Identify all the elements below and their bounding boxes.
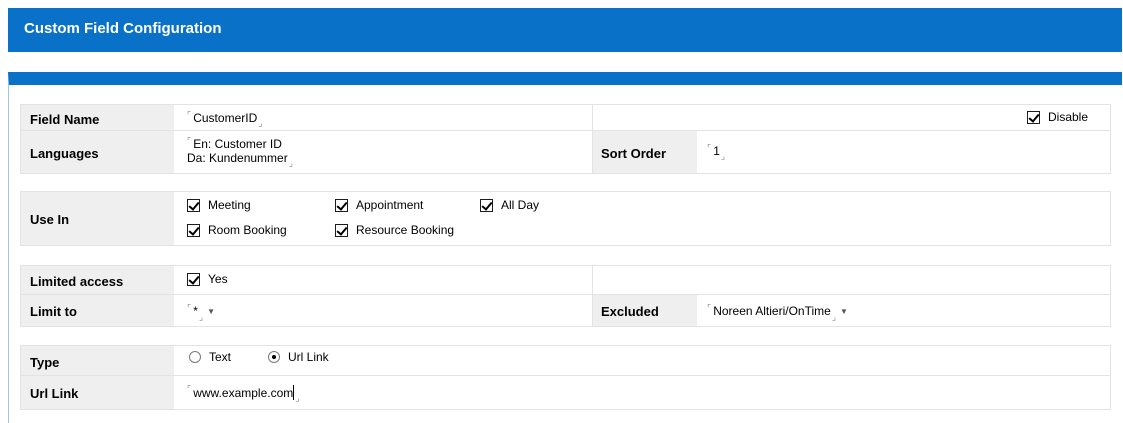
checkbox-checked-icon bbox=[335, 223, 348, 237]
corner-mark-close-icon: ⌟ bbox=[198, 311, 204, 322]
corner-mark-open-icon: ⌜ bbox=[187, 136, 192, 146]
corner-mark-close-icon: ⌟ bbox=[295, 393, 300, 403]
sort-order-label: Sort Order bbox=[601, 146, 667, 161]
access-section: Limited access Yes Limit to ⌜ *⌟▼ Exclude… bbox=[20, 265, 1111, 327]
excluded-label: Excluded bbox=[601, 304, 659, 319]
corner-mark-close-icon: ⌟ bbox=[720, 151, 726, 161]
field-name-row: Field Name ⌜ CustomerID⌟ Disable bbox=[21, 105, 1110, 131]
url-link-row: Url Link ⌜ www.example.com ⌟ bbox=[21, 376, 1110, 409]
disable-checkbox[interactable]: Disable bbox=[1027, 110, 1088, 124]
dropdown-arrow-icon[interactable]: ▼ bbox=[840, 305, 848, 319]
checkbox-checked-icon bbox=[335, 198, 348, 212]
url-link-input[interactable]: ⌜ www.example.com ⌟ bbox=[187, 384, 300, 403]
type-label: Type bbox=[30, 355, 60, 370]
limit-to-label: Limit to bbox=[30, 304, 77, 319]
dropdown-arrow-icon[interactable]: ▼ bbox=[207, 305, 215, 319]
url-link-label: Url Link bbox=[30, 386, 79, 401]
type-row: Type Text Url Link bbox=[21, 346, 1110, 376]
basic-section: Field Name ⌜ CustomerID⌟ Disable Language… bbox=[20, 104, 1111, 174]
limit-to-input[interactable]: ⌜ *⌟▼ bbox=[187, 303, 215, 322]
header-bar: Custom Field Configuration bbox=[8, 8, 1122, 52]
corner-mark-open-icon: ⌜ bbox=[707, 303, 712, 313]
checkbox-checked-icon bbox=[480, 198, 493, 212]
corner-mark-open-icon: ⌜ bbox=[187, 384, 192, 394]
disable-label: Disable bbox=[1048, 110, 1089, 124]
corner-mark-close-icon: ⌟ bbox=[831, 311, 837, 322]
radio-selected-icon bbox=[268, 351, 280, 363]
corner-mark-open-icon: ⌜ bbox=[187, 303, 192, 313]
languages-input[interactable]: ⌜ En: Customer ID Da: Kundenummer⌟ bbox=[187, 136, 293, 168]
checkbox-checked-icon bbox=[187, 223, 200, 237]
use-in-row: Use In Meeting Appointment All Day Room … bbox=[21, 192, 1110, 245]
corner-mark-close-icon: ⌟ bbox=[288, 158, 293, 168]
text-cursor bbox=[293, 385, 295, 400]
sort-order-input[interactable]: ⌜ 1⌟ bbox=[707, 143, 726, 161]
excluded-input[interactable]: ⌜ Noreen Altieri/OnTime⌟▼ bbox=[707, 303, 848, 322]
languages-row: Languages ⌜ En: Customer ID Da: Kundenumm… bbox=[21, 131, 1110, 173]
corner-mark-open-icon: ⌜ bbox=[187, 110, 192, 120]
type-text-radio[interactable]: Text bbox=[189, 350, 231, 364]
page-title: Custom Field Configuration bbox=[24, 20, 222, 37]
use-in-label: Use In bbox=[30, 212, 70, 227]
corner-mark-open-icon: ⌜ bbox=[707, 143, 712, 153]
checkbox-checked-icon bbox=[1027, 110, 1040, 124]
limited-access-label: Limited access bbox=[30, 274, 124, 289]
field-name-label: Field Name bbox=[30, 112, 100, 127]
use-in-appointment-checkbox[interactable]: Appointment bbox=[335, 198, 423, 212]
type-section: Type Text Url Link Url Link ⌜ www.example… bbox=[20, 345, 1111, 410]
type-url-link-radio[interactable]: Url Link bbox=[268, 350, 329, 364]
corner-mark-close-icon: ⌟ bbox=[258, 118, 263, 128]
use-in-section: Use In Meeting Appointment All Day Room … bbox=[20, 191, 1111, 246]
field-name-input[interactable]: ⌜ CustomerID⌟ bbox=[187, 110, 263, 128]
use-in-meeting-checkbox[interactable]: Meeting bbox=[187, 198, 251, 212]
limited-access-row: Limited access Yes bbox=[21, 266, 1110, 295]
use-in-resource-booking-checkbox[interactable]: Resource Booking bbox=[335, 223, 454, 237]
languages-label: Languages bbox=[30, 146, 99, 161]
checkbox-checked-icon bbox=[187, 272, 200, 286]
radio-unselected-icon bbox=[189, 351, 201, 363]
limit-to-row: Limit to ⌜ *⌟▼ Excluded ⌜ Noreen Altieri/O… bbox=[21, 295, 1110, 326]
checkbox-checked-icon bbox=[187, 198, 200, 212]
limited-access-yes-checkbox[interactable]: Yes bbox=[187, 272, 228, 286]
use-in-allday-checkbox[interactable]: All Day bbox=[480, 198, 539, 212]
use-in-room-booking-checkbox[interactable]: Room Booking bbox=[187, 223, 287, 237]
